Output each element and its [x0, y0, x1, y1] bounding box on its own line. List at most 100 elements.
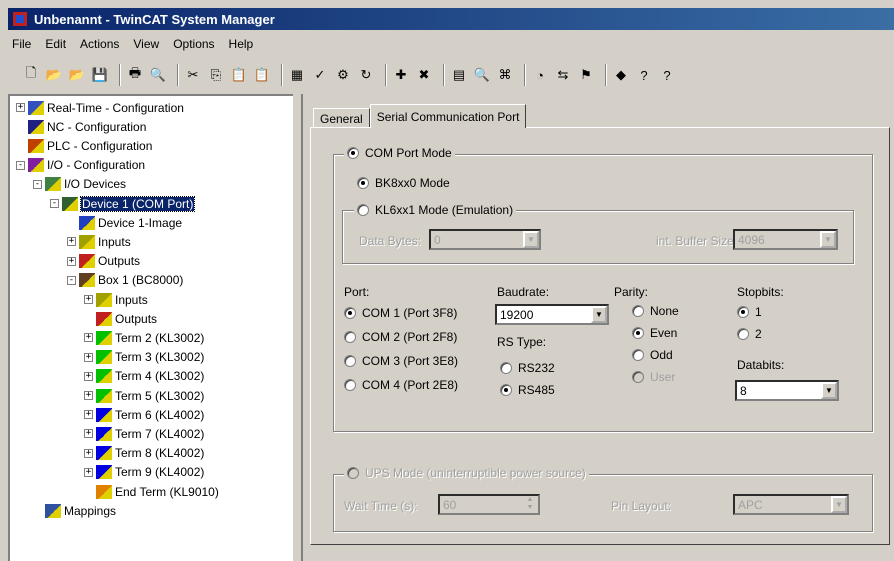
radio-dot — [632, 305, 644, 317]
save-icon[interactable]: 💾 — [91, 66, 109, 84]
tree-node[interactable]: + Inputs — [84, 290, 148, 309]
baudrate-select[interactable]: 19200 ▼ — [495, 304, 609, 325]
tree-node[interactable]: + Term 8 (KL4002) — [84, 444, 204, 463]
generate-mappings-icon[interactable]: ▦ — [288, 66, 306, 84]
activate-configuration-icon[interactable]: ⚙ — [334, 66, 352, 84]
tree-node[interactable]: End Term (KL9010) — [84, 482, 219, 501]
new-icon[interactable]: 🗋 — [22, 65, 40, 84]
stopbits-1-radio[interactable]: 1 — [737, 305, 762, 319]
parity-user-label: User — [650, 370, 676, 384]
expand-icon[interactable]: + — [84, 467, 93, 477]
toggle-icon[interactable]: ⇆ — [554, 66, 572, 84]
expand-icon[interactable]: + — [84, 429, 93, 439]
stopbits-2-radio[interactable]: 2 — [737, 327, 762, 341]
tab-general[interactable]: General — [313, 108, 370, 128]
delete-icon[interactable]: ✖ — [415, 66, 433, 84]
tree-node-label: PLC - Configuration — [47, 138, 153, 153]
tree-node[interactable]: + Inputs — [67, 232, 131, 251]
configuration-tree[interactable]: + Real-Time - Configuration NC - Configura… — [8, 94, 293, 561]
scan-icon[interactable]: ▤ — [450, 66, 468, 84]
menu-actions[interactable]: Actions — [73, 37, 126, 51]
tree-node[interactable]: + Term 3 (KL3002) — [84, 348, 204, 367]
tree-node[interactable]: + Term 7 (KL4002) — [84, 424, 204, 443]
cut-icon[interactable]: ✂ — [184, 66, 202, 84]
expand-icon[interactable]: + — [67, 256, 76, 266]
collapse-icon[interactable]: - — [50, 199, 59, 208]
expand-icon[interactable]: + — [84, 295, 93, 304]
find-icon[interactable]: 🔍 — [473, 66, 491, 84]
bk8xx0-mode-radio[interactable]: BK8xx0 Mode — [357, 176, 450, 190]
kl6xx1-mode-radio[interactable]: KL6xx1 Mode (Emulation) — [354, 203, 517, 217]
network-icon[interactable]: ⌘ — [496, 66, 514, 84]
tree-node[interactable]: - I/O - Configuration — [16, 156, 145, 175]
tree-node[interactable]: - I/O Devices — [33, 175, 126, 194]
wait-time-label: Wait Time (s): — [344, 499, 418, 513]
print-icon[interactable]: 🖶 — [126, 65, 144, 84]
menu-edit[interactable]: Edit — [38, 37, 73, 51]
expand-icon[interactable]: + — [84, 410, 93, 420]
tab-serial-communication-port[interactable]: Serial Communication Port — [369, 104, 527, 128]
parity-odd-radio[interactable]: Odd — [632, 348, 673, 362]
whats-this-icon[interactable]: ? — [658, 66, 676, 84]
print-preview-icon[interactable]: 🔍 — [149, 66, 167, 84]
chevron-down-icon: ▼ — [523, 231, 539, 248]
tree-node[interactable]: - Box 1 (BC8000) — [67, 271, 183, 290]
parity-none-radio[interactable]: None — [632, 304, 679, 318]
tree-node[interactable]: + Term 5 (KL3002) — [84, 386, 204, 405]
tree-node[interactable]: + Real-Time - Configuration — [16, 98, 184, 117]
tree-node[interactable]: - Device 1 (COM Port) — [50, 194, 196, 213]
port-com4-radio[interactable]: COM 4 (Port 2E8) — [344, 378, 458, 392]
term-orange-icon — [96, 484, 112, 499]
rs485-radio[interactable]: RS485 — [500, 383, 555, 397]
collapse-icon[interactable]: - — [33, 179, 42, 189]
com-port-mode-radio[interactable]: COM Port Mode — [344, 146, 455, 160]
port-com2-radio[interactable]: COM 2 (Port 2F8) — [344, 330, 457, 344]
expand-icon[interactable]: + — [84, 371, 93, 381]
expand-icon[interactable]: + — [84, 448, 93, 458]
chevron-down-icon[interactable]: ▼ — [821, 382, 837, 399]
parity-even-radio[interactable]: Even — [632, 326, 677, 340]
tree-node[interactable]: + Outputs — [67, 252, 140, 271]
port-com3-radio[interactable]: COM 3 (Port 3E8) — [344, 354, 458, 368]
tree-node[interactable]: + Term 4 (KL3002) — [84, 367, 204, 386]
open-project-icon[interactable]: 📂 — [68, 66, 86, 84]
pane-splitter[interactable] — [293, 94, 301, 561]
menu-file[interactable]: File — [8, 37, 38, 51]
tree-node[interactable]: Outputs — [84, 309, 157, 328]
tree-node[interactable]: + Term 6 (KL4002) — [84, 405, 204, 424]
check-configuration-icon[interactable]: ✓ — [311, 66, 329, 84]
databits-select[interactable]: 8 ▼ — [735, 380, 839, 401]
rs232-radio[interactable]: RS232 — [500, 361, 555, 375]
databits-value: 8 — [740, 383, 747, 398]
restart-icon[interactable]: ↻ — [357, 66, 375, 84]
add-icon[interactable]: ✚ — [392, 66, 410, 84]
freerun-icon[interactable]: ⚑ — [577, 66, 595, 84]
expand-icon[interactable]: + — [84, 333, 93, 343]
outputs-icon — [79, 254, 95, 269]
menu-help[interactable]: Help — [222, 37, 261, 51]
help-icon[interactable]: ? — [635, 66, 653, 84]
monitor-icon[interactable]: ◔ — [531, 66, 549, 84]
collapse-icon[interactable]: - — [67, 275, 76, 285]
tree-node[interactable]: Device 1-Image — [67, 213, 182, 232]
tree-node[interactable]: PLC - Configuration — [16, 136, 152, 155]
chevron-down-icon[interactable]: ▼ — [591, 306, 607, 323]
expand-icon[interactable]: + — [67, 237, 76, 247]
tree-node[interactable]: + Term 9 (KL4002) — [84, 463, 204, 482]
expand-icon[interactable]: + — [16, 103, 25, 112]
port-com1-radio[interactable]: COM 1 (Port 3F8) — [344, 306, 457, 320]
open-icon[interactable]: 📂 — [45, 66, 63, 84]
tree-node-label: Term 6 (KL4002) — [115, 407, 205, 422]
expand-icon[interactable]: + — [84, 352, 93, 362]
paste-icon[interactable]: 📋 — [230, 66, 248, 84]
tree-node[interactable]: NC - Configuration — [16, 117, 146, 136]
tree-node[interactable]: + Term 2 (KL3002) — [84, 328, 204, 347]
collapse-icon[interactable]: - — [16, 160, 25, 170]
menu-options[interactable]: Options — [166, 37, 221, 51]
menu-view[interactable]: View — [126, 37, 166, 51]
copy-icon[interactable]: ⎘ — [207, 66, 225, 84]
paste-link-icon[interactable]: 📋 — [253, 66, 271, 84]
tree-node[interactable]: Mappings — [33, 501, 116, 520]
expand-icon[interactable]: + — [84, 391, 93, 400]
help-book-icon[interactable]: ◆ — [612, 66, 630, 84]
